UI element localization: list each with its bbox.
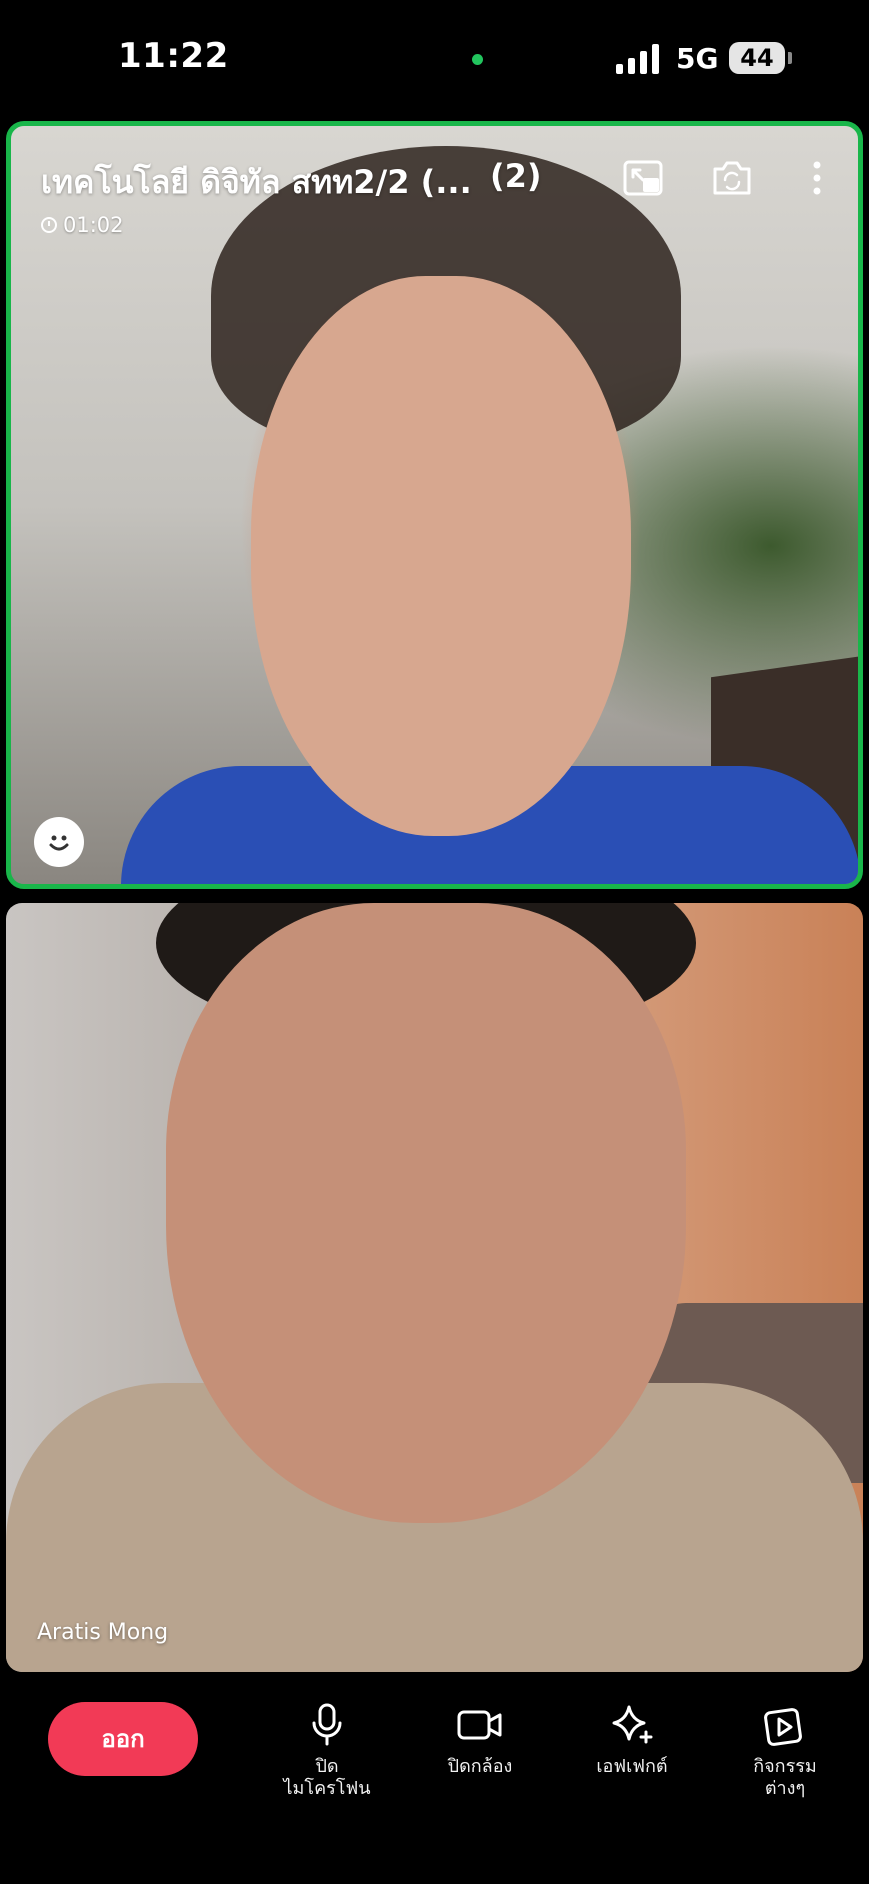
sparkles-icon (572, 1700, 692, 1750)
call-duration-text: 01:02 (63, 213, 124, 237)
participant-count: (2) (490, 157, 542, 195)
video-face (166, 903, 686, 1523)
effects-label: เอฟเฟกต์ (596, 1756, 668, 1777)
video-tile-participant[interactable] (6, 903, 863, 1672)
video-tile-self[interactable] (6, 121, 863, 889)
mic-label-line2: ไมโครโฟน (283, 1778, 371, 1799)
video-camera-icon (420, 1700, 540, 1750)
camera-label: ปิดกล้อง (447, 1756, 513, 1777)
smile-icon[interactable] (34, 817, 84, 867)
cellular-signal-icon (616, 44, 659, 74)
mute-mic-button[interactable]: ปิด ไมโครโฟน (267, 1700, 387, 1800)
pip-icon[interactable] (617, 152, 669, 204)
effects-button[interactable]: เอฟเฟกต์ (572, 1700, 692, 1778)
video-face (251, 276, 631, 836)
activities-button[interactable]: กิจกรรม ต่างๆ (725, 1700, 845, 1800)
call-duration: 01:02 (41, 213, 124, 237)
turn-off-camera-button[interactable]: ปิดกล้อง (420, 1700, 540, 1778)
mic-label-line1: ปิด (315, 1756, 339, 1777)
flip-camera-icon[interactable] (706, 152, 758, 204)
activities-label-line2: ต่างๆ (764, 1778, 806, 1799)
participant-name: Aratis Mong (37, 1620, 169, 1645)
more-vertical-icon[interactable] (791, 152, 843, 204)
leave-button[interactable]: ออก (48, 1702, 198, 1776)
camera-in-use-indicator (472, 54, 483, 65)
status-bar: 11:22 5G 44 (0, 0, 869, 115)
call-title: เทคโนโลยี ดิจิทัล สทท2/2 (... (41, 163, 472, 201)
network-type: 5G (676, 42, 719, 75)
microphone-icon (267, 1700, 387, 1750)
battery-nub (788, 52, 792, 64)
clock-icon (41, 217, 57, 233)
activities-label-line1: กิจกรรม (753, 1756, 817, 1777)
status-time: 11:22 (118, 36, 229, 76)
play-square-icon (725, 1700, 845, 1750)
battery-icon: 44 (729, 42, 785, 74)
